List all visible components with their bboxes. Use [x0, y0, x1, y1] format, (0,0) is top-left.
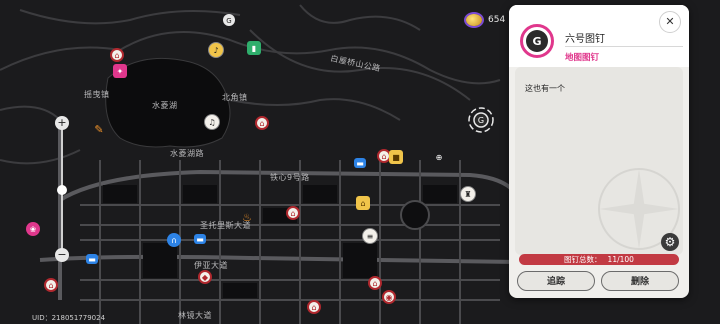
pin-detail-panel: G 六号图钉 地图图钉 ✕ 这也有一个 ⚙ 图钉总数： 11/100 追踪 删除	[509, 5, 689, 298]
close-button[interactable]: ✕	[659, 11, 681, 33]
fire-marker-icon[interactable]: ♨	[240, 210, 254, 224]
shop-marker-icon[interactable]: ⌂	[255, 116, 269, 130]
gift-marker-icon[interactable]: ✦	[113, 64, 127, 78]
svg-text:G: G	[226, 17, 231, 25]
currency-display: 654	[466, 14, 505, 26]
car-marker-icon[interactable]: ▬	[354, 158, 366, 168]
pin-count-label: 图钉总数：	[564, 255, 602, 264]
shop-marker-icon[interactable]: ⌂	[44, 278, 58, 292]
road-label-beijiao-town: 北角镇	[222, 93, 248, 102]
pin-count-value: 11/100	[607, 255, 634, 264]
road-label-yiya-avenue: 伊亚大道	[194, 261, 228, 270]
box-marker-icon[interactable]: ■	[389, 150, 403, 164]
bell-marker-icon[interactable]: ♪	[208, 42, 224, 58]
music-marker-icon[interactable]: ♫	[204, 114, 220, 130]
currency-amount: 654	[488, 15, 506, 25]
car-marker-icon[interactable]: ▬	[86, 254, 98, 264]
pin-glyph: G	[526, 30, 548, 52]
zoom-out-button[interactable]: −	[55, 248, 69, 262]
arch-marker-icon[interactable]: ∩	[167, 233, 181, 247]
pin-note-field[interactable]: 这也有一个	[515, 67, 683, 255]
tower-marker-icon[interactable]: ♜	[460, 186, 476, 202]
stair-marker-icon[interactable]: ≡	[362, 228, 378, 244]
shop-marker-icon[interactable]: ⌂	[368, 276, 382, 290]
map-pin-icon: G	[520, 24, 554, 58]
road-label-shuiling-lake: 水菱湖	[152, 101, 178, 110]
house-marker-icon[interactable]: ⌂	[356, 196, 370, 210]
car-marker-icon[interactable]: ▬	[194, 234, 206, 244]
road-label-linjing-avenue: 林镜大道	[178, 311, 212, 320]
divider	[565, 46, 683, 47]
pin-marker-icon[interactable]: ✎	[92, 122, 106, 136]
sign-marker-icon[interactable]: ◉	[382, 290, 396, 304]
pin-note-text: 这也有一个	[525, 84, 565, 93]
pin-count-bar: 图钉总数： 11/100	[519, 254, 679, 265]
zoom-slider-handle[interactable]	[57, 185, 67, 195]
panel-header: G 六号图钉 地图图钉 ✕	[509, 5, 689, 67]
fish-marker-icon[interactable]: ◆	[198, 270, 212, 284]
shop-marker-icon[interactable]: ⌂	[110, 48, 124, 62]
zoom-in-button[interactable]: +	[55, 116, 69, 130]
butterfly-marker-icon[interactable]: ❀	[26, 222, 40, 236]
svg-text:G: G	[478, 116, 484, 125]
settings-gear-icon[interactable]: ⚙	[661, 233, 679, 251]
shop-marker-icon[interactable]: ⌂	[286, 206, 300, 220]
player-marker-icon[interactable]: ⊕	[432, 150, 446, 164]
pin-title[interactable]: 六号图钉	[565, 30, 605, 45]
player-uid: UID：218051779024	[32, 314, 106, 322]
custom-pin-marker-icon[interactable]: G	[467, 106, 495, 134]
track-button[interactable]: 追踪	[517, 271, 595, 291]
road-label-shuiling-lake-road: 水菱湖路	[170, 149, 204, 158]
pin-type-label: 地图图钉	[565, 53, 600, 63]
road-label-tiexin-9-road: 铁心9号路	[270, 173, 310, 182]
delete-button[interactable]: 删除	[601, 271, 679, 291]
road-label-yaokongshi-town: 摇曳镇	[84, 90, 110, 99]
phone-marker-icon[interactable]: ▮	[247, 41, 261, 55]
shop-marker-icon[interactable]: ⌂	[307, 300, 321, 314]
coin-icon	[466, 14, 482, 26]
